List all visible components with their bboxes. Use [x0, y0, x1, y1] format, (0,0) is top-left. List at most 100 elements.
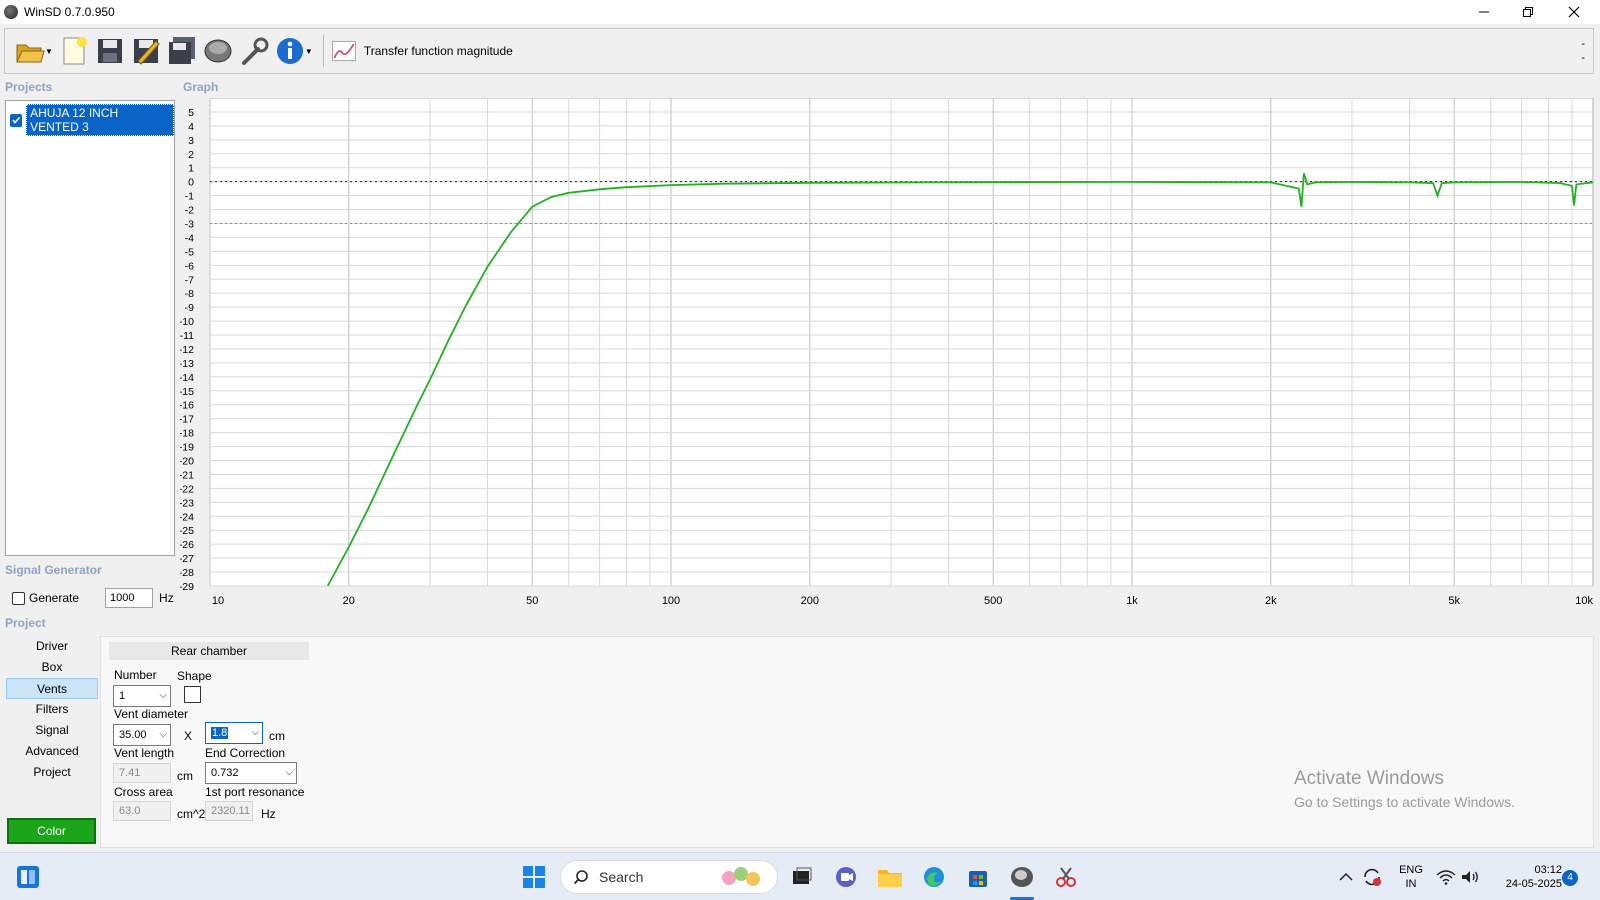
notification-badge[interactable]: 4	[1562, 870, 1578, 886]
project-checkbox[interactable]	[10, 113, 23, 127]
chevron-down-icon: ⌵	[159, 690, 167, 701]
chat-button[interactable]	[830, 861, 862, 893]
x-tick-label: 200	[801, 595, 819, 607]
store-button[interactable]	[962, 861, 994, 893]
restore-icon	[1523, 7, 1533, 17]
port-resonance-unit: Hz	[261, 807, 276, 821]
save-all-button[interactable]	[165, 33, 199, 69]
nav-advanced[interactable]: Advanced	[6, 741, 98, 762]
chevron-up-icon	[1339, 872, 1353, 881]
sync-icon	[1364, 868, 1381, 886]
frequency-unit: Hz	[159, 591, 174, 605]
y-tick-label: -5	[185, 246, 194, 258]
y-tick-label: -9	[185, 302, 194, 314]
generate-label: Generate	[29, 591, 80, 605]
toolbar-right-marks: - -	[1581, 38, 1585, 64]
y-tick-label: -24	[180, 511, 194, 523]
rear-chamber-header: Rear chamber	[109, 642, 309, 660]
sync-status-button[interactable]	[1360, 861, 1384, 893]
wifi-button[interactable]	[1434, 861, 1458, 893]
nav-project[interactable]: Project	[6, 762, 98, 783]
chevron-down-icon: ⌵	[285, 767, 293, 778]
y-tick-label: -28	[180, 567, 194, 579]
winisd-taskbar-button[interactable]	[1006, 861, 1038, 893]
vent-diameter2-select[interactable]: 1.8 ⌵	[205, 722, 263, 744]
project-section-label: Project	[5, 616, 46, 630]
y-tick-label: 1	[188, 163, 194, 175]
driver-editor-button[interactable]	[201, 33, 235, 69]
save-as-button[interactable]	[129, 33, 163, 69]
project-nav: Driver Box Vents Filters Signal Advanced…	[6, 636, 98, 783]
taskbar-search[interactable]: Search	[560, 860, 778, 894]
title-bar: WinSD 0.7.0.950	[0, 0, 1600, 24]
frequency-input[interactable]: 1000	[105, 588, 154, 608]
save-button[interactable]	[93, 33, 127, 69]
y-tick-label: -7	[185, 274, 194, 286]
save-icon	[97, 39, 122, 63]
open-button[interactable]	[13, 33, 47, 69]
shape-checkbox[interactable]	[184, 686, 201, 703]
graph-type-label[interactable]: Transfer function magnitude	[364, 44, 513, 58]
project-item[interactable]: AHUJA 12 INCH VENTED 3	[10, 104, 174, 136]
transfer-function-chart[interactable]: 543210-1-2-3-4-5-6-7-8-9-10-11-12-13-14-…	[179, 97, 1596, 618]
speaker-volume-icon	[1462, 871, 1478, 883]
y-tick-label: -11	[180, 330, 194, 342]
info-button[interactable]	[273, 33, 307, 69]
minimize-button[interactable]	[1462, 0, 1506, 24]
y-tick-label: 3	[188, 135, 194, 147]
y-tick-label: -12	[180, 344, 194, 356]
edge-button[interactable]	[918, 861, 950, 893]
graph-icon	[332, 40, 356, 62]
cross-area-unit: cm^2	[177, 807, 206, 821]
y-tick-label: -20	[180, 456, 194, 468]
x-tick-label: 5k	[1448, 595, 1460, 607]
nav-box[interactable]: Box	[6, 657, 98, 678]
generate-checkbox[interactable]	[12, 591, 25, 605]
new-project-button[interactable]	[57, 33, 91, 69]
y-tick-label: -29	[180, 581, 194, 593]
clock[interactable]: 03:12 24-05-2025	[1490, 863, 1562, 891]
color-button[interactable]: Color	[7, 818, 96, 844]
y-tick-label: -19	[180, 442, 194, 454]
nav-signal[interactable]: Signal	[6, 720, 98, 741]
y-tick-label: -17	[180, 414, 194, 426]
y-tick-label: -25	[180, 525, 194, 537]
file-explorer-button[interactable]	[874, 861, 906, 893]
x-tick-label: 10	[212, 595, 224, 607]
volume-button[interactable]	[1458, 861, 1482, 893]
app-icon	[4, 5, 18, 19]
widgets-button[interactable]	[12, 861, 44, 893]
project-name[interactable]: AHUJA 12 INCH VENTED 3	[26, 104, 174, 136]
snipping-tool-button[interactable]	[1050, 861, 1082, 893]
y-tick-label: -3	[185, 218, 194, 230]
x-tick-label: 500	[984, 595, 1002, 607]
maximize-button[interactable]	[1506, 0, 1550, 24]
tools-button[interactable]	[237, 33, 271, 69]
folder-open-icon	[16, 44, 45, 63]
vent-diameter-select[interactable]: 35.00 ⌵	[113, 724, 171, 746]
graph-section-label: Graph	[183, 80, 219, 94]
number-select[interactable]: 1 ⌵	[113, 685, 171, 707]
start-button[interactable]	[518, 861, 550, 893]
nav-driver[interactable]: Driver	[6, 636, 98, 657]
save-edit-icon	[133, 39, 160, 65]
search-highlight-icon	[722, 867, 760, 886]
graph-type-button[interactable]	[330, 33, 358, 69]
graph-area[interactable]: 5 4 3 2 1 0 -1 -2 -3 -4 -5 -6 -7 -8 -9 -10 -11 -12 -13 -14-…	[179, 97, 1596, 618]
close-button[interactable]	[1552, 0, 1596, 24]
wrench-icon	[241, 37, 269, 65]
end-correction-select[interactable]: 0.732 ⌵	[205, 762, 297, 784]
x-tick-label: 2k	[1265, 595, 1277, 607]
tray-overflow-button[interactable]	[1336, 861, 1356, 893]
nav-filters[interactable]: Filters	[6, 699, 98, 720]
vent-length-label: Vent length	[114, 746, 175, 760]
y-tick-label: -16	[180, 400, 194, 412]
toolbar-separator	[322, 35, 324, 67]
nav-vents[interactable]: Vents	[6, 678, 98, 699]
y-tick-label: -22	[180, 483, 194, 495]
close-icon	[1568, 6, 1580, 18]
language-indicator[interactable]: ENG IN	[1396, 863, 1426, 891]
x-tick-label: 1k	[1126, 595, 1138, 607]
y-tick-label: -21	[180, 469, 194, 481]
task-view-button[interactable]	[786, 861, 818, 893]
